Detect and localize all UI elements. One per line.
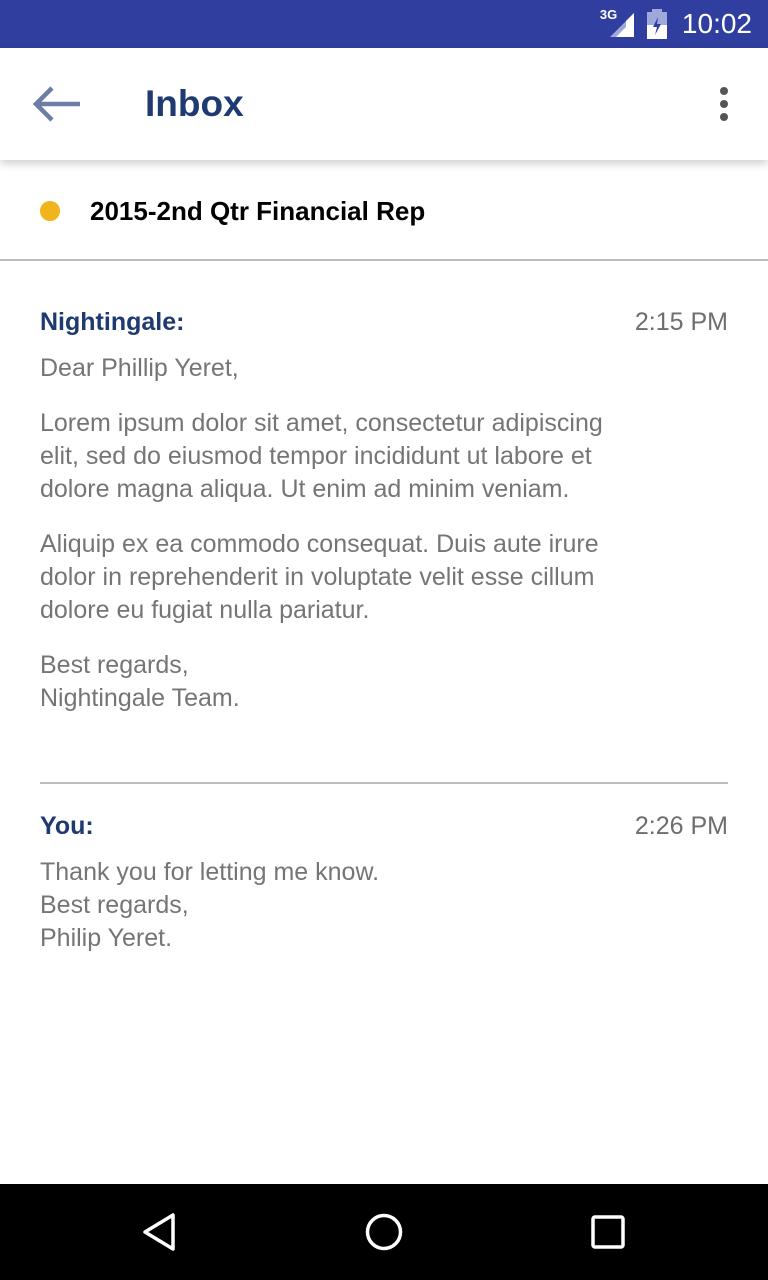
message-header: Nightingale: 2:15 PM: [40, 300, 728, 344]
thread-subject-row: 2015-2nd Qtr Financial Rep: [0, 160, 768, 261]
status-time: 10:02: [681, 8, 752, 39]
status-icons: 3G 10:02: [600, 7, 752, 40]
arrow-left-icon: [32, 86, 80, 122]
app-bar: Inbox: [0, 48, 768, 160]
message-item: You: 2:26 PM Thank you for letting me kn…: [40, 804, 728, 955]
system-nav-bar: [0, 1184, 768, 1280]
more-vert-icon: [720, 87, 728, 121]
nav-home-button[interactable]: [360, 1208, 408, 1256]
message-paragraph: Aliquip ex ea commodo consequat. Duis au…: [40, 530, 599, 624]
signal-indicator: 3G: [600, 7, 636, 39]
nav-home-icon: [365, 1213, 403, 1251]
back-button[interactable]: [24, 78, 88, 130]
message-paragraph: Lorem ipsum dolor sit amet, consectetur …: [40, 409, 603, 503]
message-time: 2:26 PM: [634, 812, 728, 840]
status-bar: 3G 10:02: [0, 0, 768, 48]
unread-indicator: [40, 201, 60, 221]
overflow-menu-button[interactable]: [704, 82, 744, 126]
thread-subject: 2015-2nd Qtr Financial Rep: [90, 196, 426, 226]
signal-icon: [609, 13, 634, 37]
message-time: 2:15 PM: [634, 308, 728, 336]
page-title: Inbox: [145, 83, 244, 124]
message-signature: Best regards, Nightingale Team.: [40, 651, 240, 712]
message-sender: Nightingale:: [40, 308, 185, 336]
message-greeting: Dear Phillip Yeret,: [40, 354, 239, 382]
message-divider: [40, 782, 728, 784]
battery-icon: [646, 9, 667, 39]
nav-back-button[interactable]: [136, 1208, 184, 1256]
nav-recents-icon: [591, 1215, 625, 1249]
nav-back-icon: [143, 1213, 175, 1251]
message-item: Nightingale: 2:15 PM Dear Phillip Yeret,…: [40, 300, 728, 715]
message-header: You: 2:26 PM: [40, 804, 728, 848]
message-body: Thank you for letting me know. Best rega…: [40, 858, 380, 952]
nav-recents-button[interactable]: [584, 1208, 632, 1256]
message-sender: You:: [40, 812, 94, 840]
